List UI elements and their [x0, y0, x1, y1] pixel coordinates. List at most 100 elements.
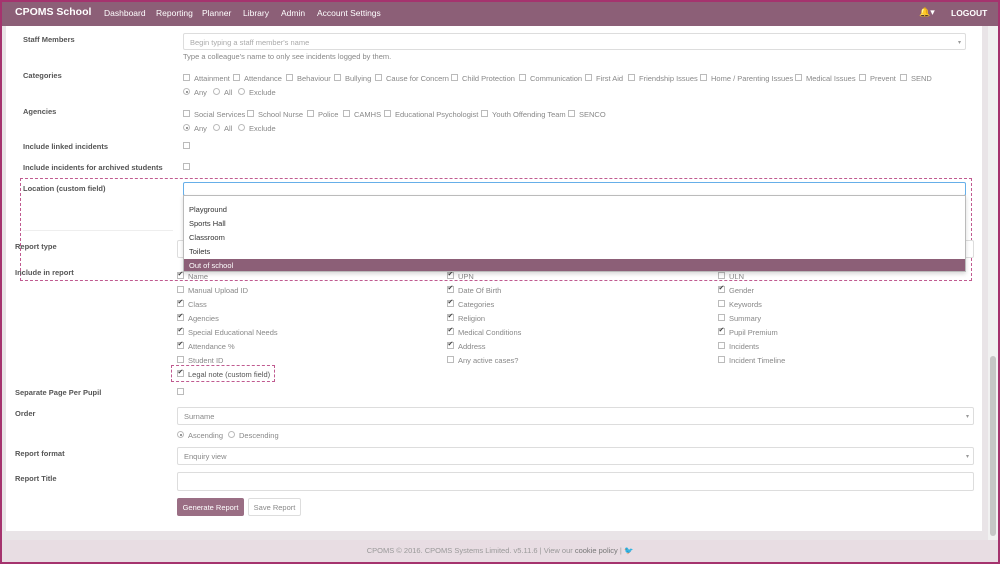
include-option-label: Agencies: [188, 314, 219, 323]
separate-page-label: Separate Page Per Pupil: [15, 388, 102, 397]
format-value: Enquiry view: [184, 452, 227, 461]
radio-descending[interactable]: [228, 431, 235, 438]
checkbox-address[interactable]: [447, 340, 454, 349]
checkbox-educational-psychologist[interactable]: [384, 110, 391, 117]
nav-account-settings[interactable]: Account Settings: [317, 8, 381, 18]
dropdown-option[interactable]: Classroom: [184, 231, 965, 243]
checkbox-student-id[interactable]: [177, 356, 184, 363]
nav-admin[interactable]: Admin: [281, 8, 305, 18]
include-option-label: Any active cases?: [458, 356, 519, 365]
scrollbar-thumb[interactable]: [990, 356, 996, 536]
checkbox-medical-conditions[interactable]: [447, 326, 454, 335]
agencies-label: Agencies: [23, 107, 57, 116]
nav-dashboard[interactable]: Dashboard: [104, 8, 146, 18]
checkbox-social-services[interactable]: [183, 110, 190, 117]
dropdown-option[interactable]: Playground: [184, 203, 965, 215]
checkbox-name[interactable]: [177, 270, 184, 279]
scrollbar[interactable]: [988, 26, 998, 542]
dropdown-option[interactable]: Toilets: [184, 245, 965, 257]
categories-label: Categories: [23, 71, 62, 80]
checkbox-summary[interactable]: [718, 314, 725, 321]
bell-icon[interactable]: 🔔▾: [919, 7, 935, 18]
radio-agencies-exclude[interactable]: [238, 124, 245, 131]
checkbox-manual-upload-id[interactable]: [177, 286, 184, 293]
twitter-icon[interactable]: 🐦: [624, 546, 633, 555]
checkbox-attainment[interactable]: [183, 74, 190, 81]
checkbox-medical-issues[interactable]: [795, 74, 802, 81]
checkbox-class[interactable]: [177, 298, 184, 307]
checkbox-incident-timeline[interactable]: [718, 356, 725, 363]
checkbox-attendance[interactable]: [233, 74, 240, 81]
radio-label: Any: [194, 124, 207, 133]
checkbox-gender[interactable]: [718, 284, 725, 293]
top-nav: CPOMS School Dashboard Reporting Planner…: [0, 0, 1000, 26]
archived-students-label: Include incidents for archived students: [23, 163, 163, 172]
logout-link[interactable]: LOGOUT: [951, 8, 987, 18]
report-title-input[interactable]: [177, 472, 974, 491]
generate-report-button[interactable]: Generate Report: [177, 498, 244, 516]
order-select[interactable]: Surname ▾: [177, 407, 974, 425]
staff-members-input[interactable]: Begin typing a staff member's name ▾: [183, 33, 966, 50]
include-option-label: Legal note (custom field): [188, 370, 271, 379]
radio-ascending[interactable]: [177, 431, 184, 438]
checkbox-friendship-issues[interactable]: [628, 74, 635, 81]
location-input[interactable]: [183, 182, 966, 196]
radio-label: Exclude: [249, 124, 276, 133]
category-label: Cause for Concern: [386, 74, 449, 83]
checkbox-active-cases[interactable]: [447, 356, 454, 363]
checkbox-sen[interactable]: [177, 326, 184, 335]
include-option-label: Incident Timeline: [729, 356, 786, 365]
include-option-label: Religion: [458, 314, 486, 323]
nav-reporting[interactable]: Reporting: [156, 8, 193, 18]
checkbox-upn[interactable]: [447, 270, 454, 279]
checkbox-legal-note[interactable]: [177, 368, 184, 377]
checkbox-pupil-premium[interactable]: [718, 326, 725, 335]
include-option-label: Class: [188, 300, 207, 309]
footer-text: CPOMS © 2016. CPOMS Systems Limited. v5.…: [366, 546, 573, 555]
checkbox-bullying[interactable]: [334, 74, 341, 81]
include-option-label: Pupil Premium: [729, 328, 778, 337]
cookie-policy-link[interactable]: cookie policy: [575, 546, 618, 555]
category-label: Prevent: [870, 74, 896, 83]
agency-label: SENCO: [579, 110, 606, 119]
checkbox-home-parenting[interactable]: [700, 74, 707, 81]
checkbox-first-aid[interactable]: [585, 74, 592, 81]
radio-categories-all[interactable]: [213, 88, 220, 95]
nav-planner[interactable]: Planner: [202, 8, 231, 18]
checkbox-attendance-percent[interactable]: [177, 340, 184, 349]
radio-categories-any[interactable]: [183, 88, 190, 95]
checkbox-archived-students[interactable]: [183, 163, 190, 170]
category-label: Bullying: [345, 74, 372, 83]
radio-agencies-any[interactable]: [183, 124, 190, 131]
nav-library[interactable]: Library: [243, 8, 269, 18]
checkbox-categories[interactable]: [447, 298, 454, 307]
checkbox-religion[interactable]: [447, 312, 454, 321]
checkbox-cause-for-concern[interactable]: [375, 74, 382, 81]
radio-categories-exclude[interactable]: [238, 88, 245, 95]
checkbox-uln[interactable]: [718, 272, 725, 279]
include-option-label: Medical Conditions: [458, 328, 522, 337]
checkbox-behaviour[interactable]: [286, 74, 293, 81]
checkbox-separate-page[interactable]: [177, 388, 184, 395]
include-option-label: Date Of Birth: [458, 286, 502, 295]
checkbox-incidents[interactable]: [718, 342, 725, 349]
checkbox-agencies[interactable]: [177, 312, 184, 321]
checkbox-send[interactable]: [900, 74, 907, 81]
checkbox-linked-incidents[interactable]: [183, 142, 190, 149]
radio-agencies-all[interactable]: [213, 124, 220, 131]
checkbox-communication[interactable]: [519, 74, 526, 81]
dropdown-option[interactable]: Sports Hall: [184, 217, 965, 229]
checkbox-prevent[interactable]: [859, 74, 866, 81]
checkbox-police[interactable]: [307, 110, 314, 117]
checkbox-youth-offending-team[interactable]: [481, 110, 488, 117]
brand-logo[interactable]: CPOMS School: [15, 6, 91, 18]
checkbox-date-of-birth[interactable]: [447, 284, 454, 293]
checkbox-child-protection[interactable]: [451, 74, 458, 81]
checkbox-camhs[interactable]: [343, 110, 350, 117]
report-format-select[interactable]: Enquiry view ▾: [177, 447, 974, 465]
checkbox-school-nurse[interactable]: [247, 110, 254, 117]
checkbox-keywords[interactable]: [718, 300, 725, 307]
checkbox-senco[interactable]: [568, 110, 575, 117]
dropdown-option-selected[interactable]: Out of school: [184, 259, 965, 271]
save-report-button[interactable]: Save Report: [248, 498, 301, 516]
